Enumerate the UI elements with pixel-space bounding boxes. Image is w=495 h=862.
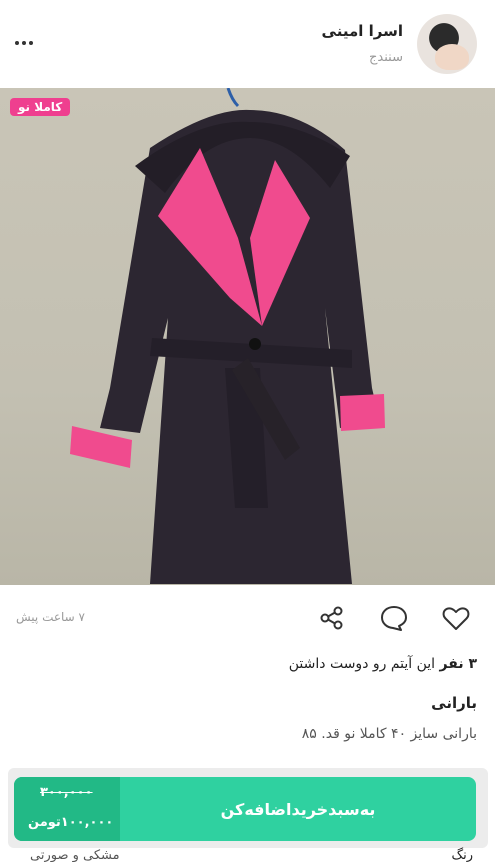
listing-title: بارانی [431, 694, 477, 712]
seller-avatar[interactable] [417, 14, 477, 74]
likes-label: این آیتم رو دوست داشتن [288, 656, 440, 672]
share-icon[interactable] [316, 602, 348, 634]
likes-count: ۳ نفر [439, 656, 477, 672]
seller-name[interactable]: اسرا امینی [322, 22, 403, 40]
post-time: ۷ ساعت پیش [16, 610, 85, 624]
more-icon[interactable] [10, 30, 38, 56]
seller-city: سنندج [369, 50, 403, 65]
color-value: مشکی و صورتی [30, 848, 120, 862]
price-box: ۳۰۰,۰۰۰ ۱۰۰,۰۰۰تومن [14, 777, 120, 841]
add-to-cart-button[interactable]: ۳۰۰,۰۰۰ ۱۰۰,۰۰۰تومن به‌سبد‌خرید‌اضافه‌کن [14, 777, 476, 841]
seller-header: اسرا امینی سنندج [0, 0, 495, 90]
add-to-cart-label: به‌سبد‌خرید‌اضافه‌کن [220, 799, 376, 819]
heart-icon[interactable] [440, 602, 472, 634]
new-price: ۱۰۰,۰۰۰تومن [28, 815, 114, 830]
comment-icon[interactable] [378, 602, 410, 634]
old-price: ۳۰۰,۰۰۰ [40, 785, 93, 800]
color-label: رنگ [451, 848, 473, 862]
condition-badge: کاملا نو [10, 98, 71, 116]
product-photo[interactable] [0, 88, 495, 585]
likes-text: ۳ نفر این آیتم رو دوست داشتن [289, 656, 477, 672]
listing-description: بارانی سایز ۴۰ کاملا نو قد. ۸۵ [301, 726, 477, 742]
coat-illustration [70, 88, 385, 585]
